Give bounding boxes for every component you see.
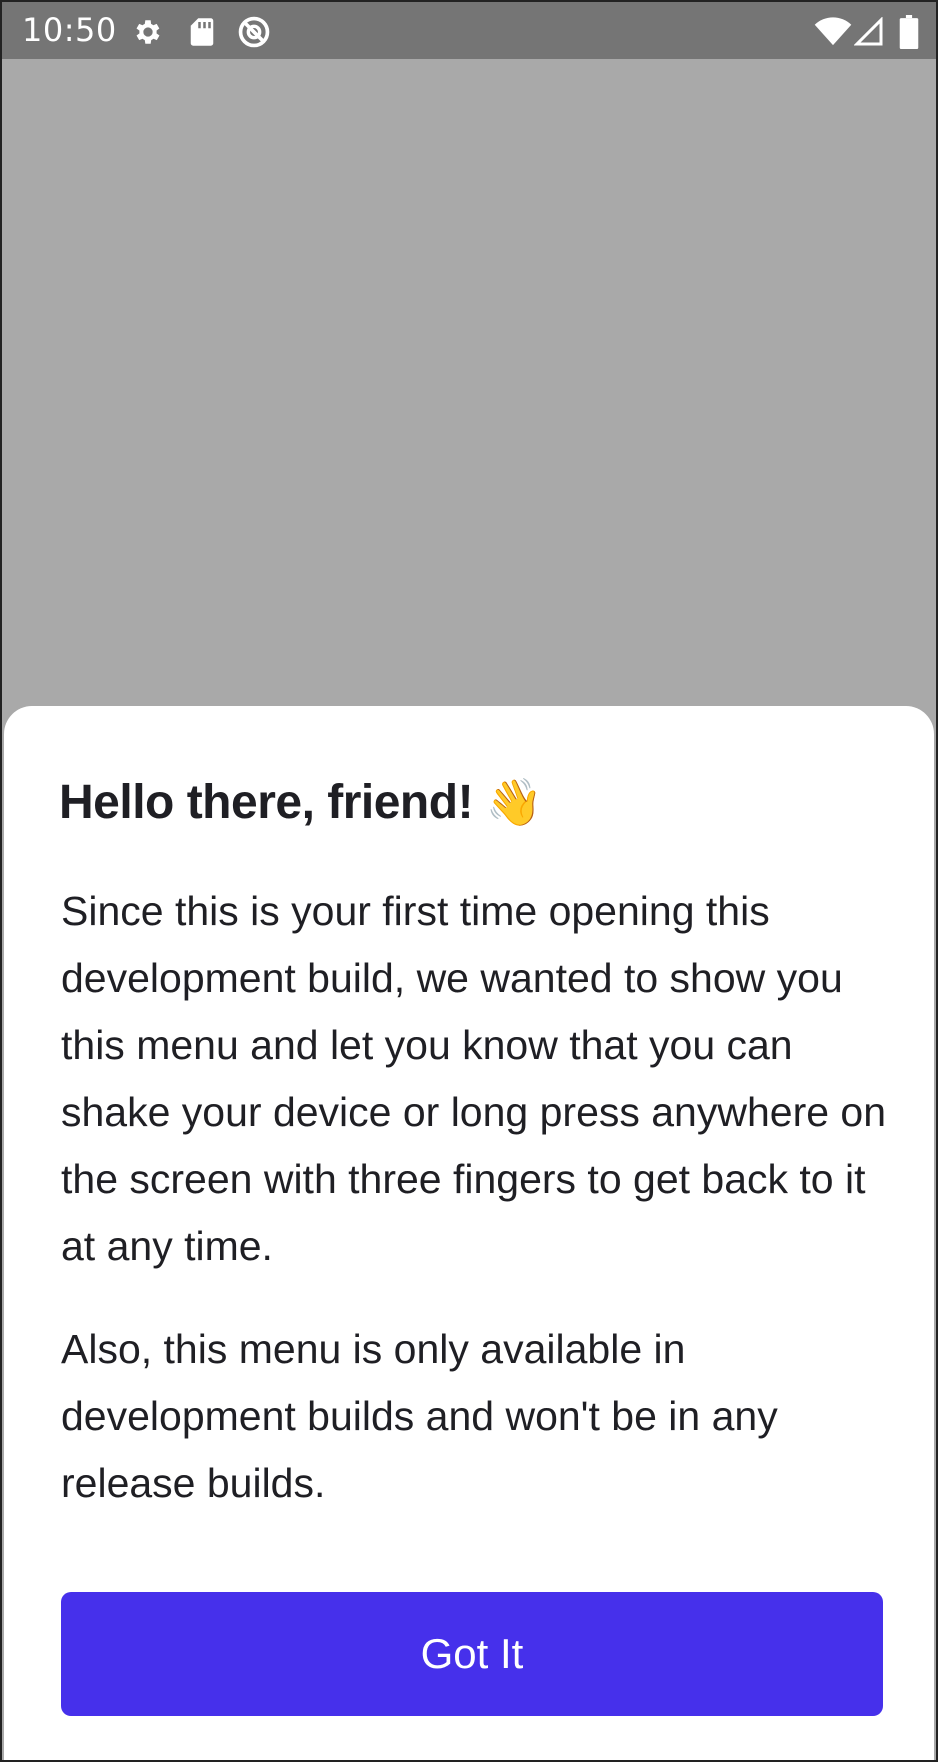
wifi-icon <box>814 14 852 50</box>
waving-hand-icon: 👋 <box>485 776 543 828</box>
device-screen: 10:50 Hello there, friend! 👋 Since this … <box>0 0 938 1762</box>
do-not-disturb-icon <box>236 14 272 50</box>
status-time: 10:50 <box>22 11 117 49</box>
sd-card-icon <box>184 14 220 50</box>
battery-icon <box>898 14 920 50</box>
settings-icon <box>130 14 166 50</box>
availability-paragraph: Also, this menu is only available in dev… <box>61 1326 778 1506</box>
sheet-title-text: Hello there, friend! <box>59 776 474 829</box>
got-it-button[interactable]: Got It <box>61 1592 883 1716</box>
status-bar: 10:50 <box>2 2 936 59</box>
sheet-title: Hello there, friend! 👋 <box>59 766 543 839</box>
intro-paragraph: Since this is your first time opening th… <box>61 888 887 1269</box>
cell-signal-icon <box>854 14 884 50</box>
